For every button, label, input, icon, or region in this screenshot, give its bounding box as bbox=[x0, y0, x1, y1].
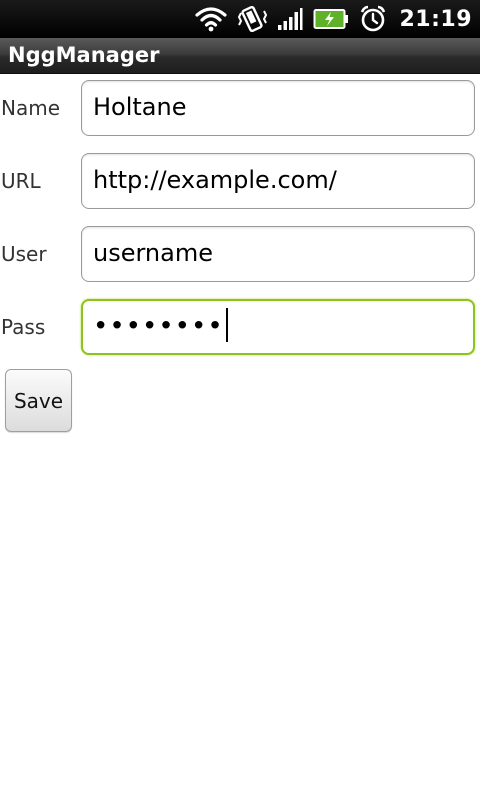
name-input-value: Holtane bbox=[93, 93, 187, 121]
password-input-value: •••••••• bbox=[93, 308, 228, 344]
wifi-icon bbox=[195, 6, 228, 32]
pass-label: Pass bbox=[1, 315, 46, 339]
status-bar: 21:19 bbox=[0, 0, 480, 38]
app-title-bar: NggManager bbox=[0, 38, 480, 74]
url-input[interactable]: http://example.com/ bbox=[81, 153, 475, 209]
user-input-value: username bbox=[93, 239, 213, 267]
status-time: 21:19 bbox=[399, 6, 472, 32]
name-row: Name Holtane bbox=[0, 80, 480, 138]
save-button[interactable]: Save bbox=[5, 369, 72, 432]
pass-row: Pass •••••••• bbox=[0, 299, 480, 357]
name-label: Name bbox=[1, 96, 61, 120]
battery-charging-icon bbox=[313, 8, 349, 30]
url-row: URL http://example.com/ bbox=[0, 153, 480, 211]
signal-icon bbox=[277, 7, 303, 31]
password-input[interactable]: •••••••• bbox=[81, 299, 475, 355]
vibrate-icon bbox=[237, 5, 268, 33]
text-caret bbox=[225, 308, 228, 342]
user-label: User bbox=[1, 242, 47, 266]
password-mask: •••••••• bbox=[93, 311, 224, 342]
alarm-icon bbox=[359, 5, 387, 33]
app-screen: 21:19 NggManager Name Holtane URL http:/… bbox=[0, 0, 480, 800]
url-label: URL bbox=[1, 169, 41, 193]
user-input[interactable]: username bbox=[81, 226, 475, 282]
app-title: NggManager bbox=[8, 43, 160, 67]
name-input[interactable]: Holtane bbox=[81, 80, 475, 136]
user-row: User username bbox=[0, 226, 480, 284]
url-input-value: http://example.com/ bbox=[93, 166, 337, 194]
